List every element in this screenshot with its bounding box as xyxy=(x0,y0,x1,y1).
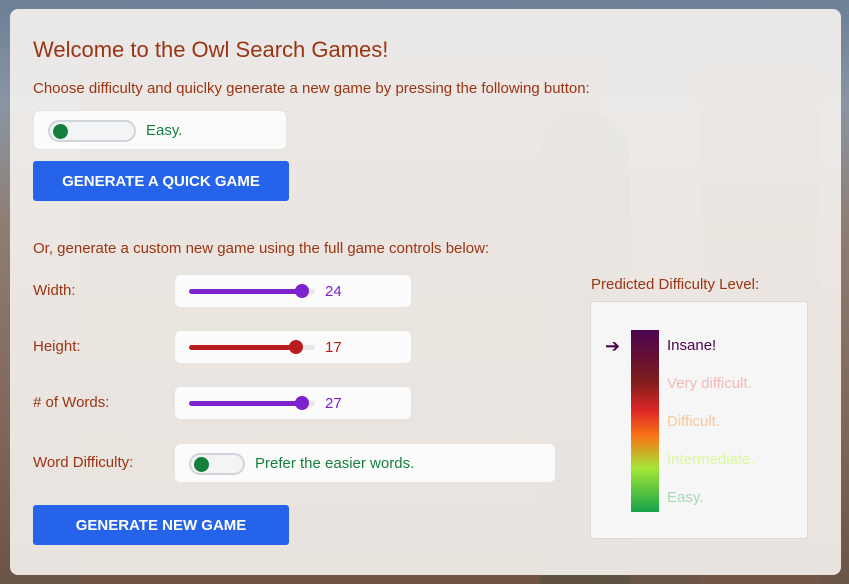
level-easy: Easy. xyxy=(667,489,704,506)
toggle-knob xyxy=(194,457,209,472)
quick-difficulty-control: Easy. xyxy=(33,110,287,150)
words-slider-track[interactable] xyxy=(189,396,315,410)
width-slider-fill xyxy=(189,289,303,294)
quick-difficulty-label: Easy. xyxy=(146,122,183,139)
toggle-knob xyxy=(53,124,68,139)
height-control: 17 xyxy=(174,330,412,364)
words-value: 27 xyxy=(325,395,342,412)
difficulty-meter: ➔ Insane! Very difficult. Difficult. Int… xyxy=(590,301,808,539)
height-slider-thumb[interactable] xyxy=(289,340,304,354)
width-slider-thumb[interactable] xyxy=(295,284,310,298)
height-slider-fill xyxy=(189,345,297,350)
generate-quick-game-button[interactable]: GENERATE A QUICK GAME xyxy=(33,161,289,201)
level-very-difficult: Very difficult. xyxy=(667,375,752,392)
generate-new-game-button[interactable]: GENERATE NEW GAME xyxy=(33,505,289,545)
level-insane: Insane! xyxy=(667,337,717,354)
word-difficulty-label: Word Difficulty: xyxy=(33,454,134,471)
arrow-right-icon: ➔ xyxy=(605,336,621,356)
height-slider-track[interactable] xyxy=(189,340,315,354)
words-control: 27 xyxy=(174,386,412,420)
main-panel: Welcome to the Owl Search Games! Choose … xyxy=(10,9,841,575)
width-slider-track[interactable] xyxy=(189,284,315,298)
height-label: Height: xyxy=(33,338,81,355)
height-value: 17 xyxy=(325,339,342,356)
quick-instruction: Choose difficulty and quiclky generate a… xyxy=(33,80,590,97)
word-difficulty-toggle-label: Prefer the easier words. xyxy=(255,455,415,472)
predicted-difficulty-label: Predicted Difficulty Level: xyxy=(591,276,760,293)
difficulty-gradient-bar xyxy=(631,330,659,512)
width-control: 24 xyxy=(174,274,412,308)
word-difficulty-control: Prefer the easier words. xyxy=(174,443,556,483)
width-value: 24 xyxy=(325,283,342,300)
level-difficult: Difficult. xyxy=(667,413,721,430)
quick-difficulty-toggle[interactable] xyxy=(48,120,136,142)
level-intermediate: Intermediate. xyxy=(667,451,755,468)
word-difficulty-toggle[interactable] xyxy=(189,453,245,475)
width-label: Width: xyxy=(33,282,76,299)
custom-instruction: Or, generate a custom new game using the… xyxy=(33,240,490,257)
words-label: # of Words: xyxy=(33,394,110,411)
words-slider-thumb[interactable] xyxy=(295,396,310,410)
words-slider-fill xyxy=(189,401,303,406)
page-title: Welcome to the Owl Search Games! xyxy=(33,37,389,62)
